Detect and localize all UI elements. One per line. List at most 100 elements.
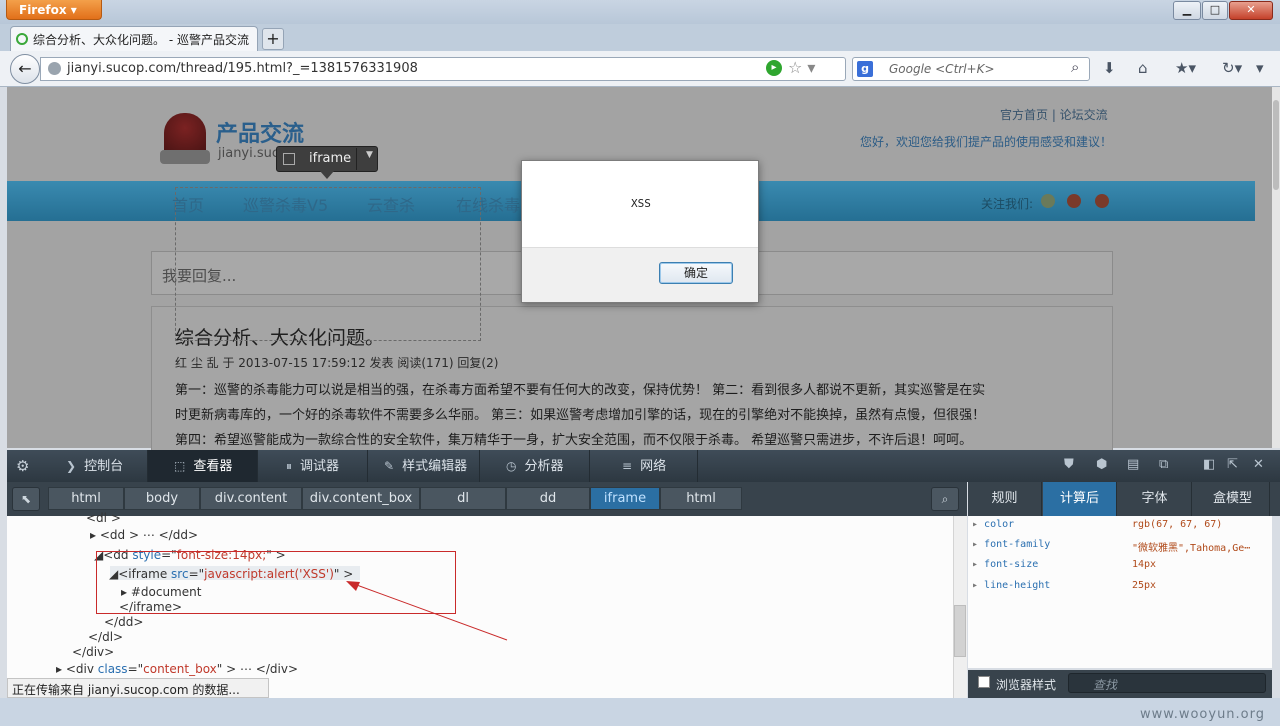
tab-inspector[interactable]: ⬚ 查看器 [148,450,258,482]
tab-label: 调试器 [300,459,340,474]
browser-styles-label: 浏览器样式 [996,678,1057,692]
sync-icon[interactable]: ↻▾ [1222,59,1242,77]
tab-label: 样式编辑器 [402,459,468,474]
breadcrumb-body[interactable]: body [124,487,200,510]
arrow-head [346,581,360,591]
tab-network[interactable]: ≡ 网络 [590,450,698,482]
paint-flashing-icon[interactable]: ⛊ [1064,457,1074,472]
tab-debugger[interactable]: ⏸ 调试器 [258,450,368,482]
post-line: 第四：希望巡警能成为一款综合性的安全软件，集万精华于一身，扩大安全范围，而不仅限… [175,433,973,448]
tab-fonts[interactable]: 字体 [1118,482,1192,516]
search-magnifier-icon[interactable]: ⌕ [1071,58,1079,76]
pick-element-icon[interactable]: ⬉ [12,487,40,511]
search-input[interactable]: Google <Ctrl+K> [852,57,1090,81]
tooltip-pointer [320,171,334,179]
tab-label: 查看器 [193,459,233,474]
tab-console[interactable]: ❯ 控制台 [50,450,148,482]
breadcrumb-html[interactable]: html [48,487,124,510]
watermark-text: www.wooyun.org [1140,707,1266,722]
tooltip-divider [356,148,357,170]
breadcrumb-html-inner[interactable]: html [660,487,742,510]
close-window-button[interactable]: ✕ [1229,1,1273,20]
filter-input[interactable]: 查找 [1068,673,1266,693]
bottom-frame [0,698,1280,726]
loading-icon [16,33,28,45]
tab-rules[interactable]: 规则 [968,482,1042,516]
3d-view-icon[interactable]: ⬢ [1096,457,1107,472]
follow-label: 关注我们: [981,197,1034,211]
qq-icon[interactable] [1041,194,1055,208]
gear-icon[interactable]: ⚙ [16,457,29,475]
google-engine-icon[interactable]: g [857,61,873,77]
site-logo-base [160,150,210,164]
alert-message: XSS [631,197,651,210]
tooltip-select-icon[interactable] [283,153,295,165]
firefox-menu-button[interactable]: Firefox ▾ [6,0,102,20]
scratchpad-icon[interactable]: ▤ [1127,457,1139,472]
tab-label: 控制台 [84,459,124,474]
go-icon[interactable]: ▸ [766,60,782,76]
tab-title: 综合分析、大众化问题。 - 巡警产品交流 [33,33,249,47]
markup-line[interactable]: </dd> [104,615,143,629]
browser-styles-checkbox[interactable] [978,676,990,688]
close-devtools-icon[interactable]: ✕ [1253,457,1264,472]
firefox-label: Firefox [19,3,67,17]
weibo-icon[interactable] [1067,194,1081,208]
tooltip-dropdown-icon[interactable]: ▼ [366,150,373,160]
dock-side-icon[interactable]: ◧ [1203,457,1215,472]
bookmark-star-icon[interactable]: ☆ ▾ [788,58,815,77]
markup-line[interactable]: </dl> [88,630,123,644]
profiler-icon: ◷ [506,459,517,473]
tab-current[interactable]: 综合分析、大众化问题。 - 巡警产品交流 [10,26,258,52]
minimize-button[interactable]: ▁ [1173,1,1201,20]
maximize-button[interactable]: □ [1202,1,1228,20]
search-icon[interactable]: ⌕ [931,487,959,511]
post-line: 时更新病毒库的，一个好的杀毒软件不需要多么华丽。 第三：如果巡警考虑增加引擎的话… [175,408,986,423]
tooltip-label: iframe [309,151,352,166]
site-subtitle: jianyi.suc [218,146,280,161]
new-tab-button[interactable]: + [262,28,284,50]
breadcrumb-div-content[interactable]: div.content [200,487,302,510]
site-identity-icon[interactable] [48,62,61,75]
console-icon: ❯ [66,459,77,473]
responsive-icon[interactable]: ⧉ [1159,457,1168,472]
computed-row[interactable]: ▸ color rgb(67, 67, 67) [972,519,1222,539]
breadcrumb-dd[interactable]: dd [506,487,590,510]
breadcrumb-dl[interactable]: dl [420,487,506,510]
computed-row[interactable]: ▸ font-family "微软雅黑",Tahoma,Ge⋯ [972,539,1250,559]
page-scrollbar-thumb[interactable] [1273,100,1279,190]
computed-row[interactable]: ▸ line-height 25px [972,580,1156,600]
tab-label: 分析器 [524,459,564,474]
top-links[interactable]: 官方首页 | 论坛交流 [1000,106,1108,123]
computed-row[interactable]: ▸ font-size 14px [972,559,1156,579]
undock-icon[interactable]: ⇱ [1227,457,1238,472]
arrow-line [353,583,508,641]
markup-scrollbar-thumb[interactable] [954,605,966,657]
breadcrumb-div-content-box[interactable]: div.content_box [302,487,420,510]
annotation-arrow [346,581,508,641]
breadcrumb-iframe[interactable]: iframe [590,487,660,510]
post-line: 第一：巡警的杀毒能力可以说是相当的强，在杀毒方面希望不要有任何大的改变，保持优势… [175,383,986,398]
download-icon[interactable]: ⬇ [1103,59,1116,77]
tencent-weibo-icon[interactable] [1095,194,1109,208]
markup-line[interactable]: </div> [72,645,114,659]
markup-line[interactable]: ▸ <div class="content_box" > ⋯ </div> [56,662,298,676]
inspector-icon: ⬚ [174,459,186,473]
site-title: 产品交流 [216,122,305,147]
url-bar[interactable]: jianyi.sucop.com/thread/195.html?_=13815… [40,57,846,81]
tab-style-editor[interactable]: ✎ 样式编辑器 [368,450,480,482]
back-button[interactable]: ← [10,54,40,84]
title-bar [0,0,1280,24]
markup-line[interactable]: <dl > [86,511,121,525]
menu-chevron-icon[interactable]: ▾ [1256,59,1264,77]
home-icon[interactable]: ⌂ [1138,59,1148,77]
tab-box-model[interactable]: 盒模型 [1196,482,1270,516]
pencil-icon: ✎ [384,459,395,473]
tab-profiler[interactable]: ◷ 分析器 [480,450,590,482]
iframe-highlight-outline [175,187,481,341]
welcome-text: 您好，欢迎您给我们提产品的使用感受和建议！ [860,135,1113,149]
tab-computed[interactable]: 计算后 [1043,482,1117,516]
bookmarks-icon[interactable]: ★▾ [1175,59,1196,77]
ok-button[interactable]: 确定 [659,262,733,284]
markup-line[interactable]: ▸ <dd > ⋯ </dd> [90,528,198,542]
